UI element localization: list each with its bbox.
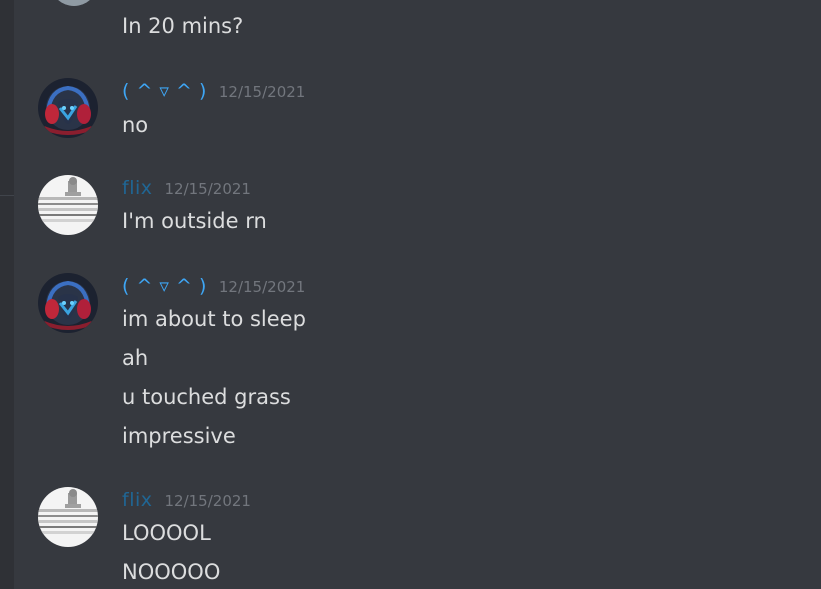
avatar-flix[interactable] [38,487,98,547]
message-text: I'm outside rn [122,209,267,233]
avatar-kaomoji[interactable] [38,78,98,138]
timestamp[interactable]: 12/15/2021 [165,180,251,198]
avatar-flix[interactable] [38,175,98,235]
username[interactable]: flix [122,489,153,511]
grayscale-photo-avatar-icon [38,175,98,235]
message-header: ( ^ ▿ ^ ) 12/15/2021 [122,275,305,299]
red-blue-headphones-avatar-icon [38,273,98,333]
message-text: LOOOOL [122,521,211,545]
timestamp[interactable]: 12/15/2021 [165,492,251,510]
timestamp[interactable]: 12/15/2021 [219,83,305,101]
previous-author-avatar[interactable] [50,0,98,6]
message-text: ah [122,346,149,370]
username[interactable]: ( ^ ▿ ^ ) [122,275,207,297]
sidebar-divider [0,195,14,196]
message-header: flix 12/15/2021 [122,489,251,513]
red-blue-headphones-avatar-icon [38,78,98,138]
avatar-kaomoji[interactable] [38,273,98,333]
message-header: ( ^ ▿ ^ ) 12/15/2021 [122,80,305,104]
message-header: flix 12/15/2021 [122,177,251,201]
message-list[interactable]: In 20 mins? ( ^ ▿ ^ ) 12/15/2021 no flix… [14,0,821,589]
server-sidebar-edge [0,0,14,589]
grayscale-photo-avatar-icon [38,487,98,547]
username[interactable]: ( ^ ▿ ^ ) [122,80,207,102]
message-text: impressive [122,424,236,448]
timestamp[interactable]: 12/15/2021 [219,278,305,296]
message-text: u touched grass [122,385,291,409]
message-text: NOOOOO [122,560,221,584]
message-text: In 20 mins? [122,14,244,38]
message-text: im about to sleep [122,307,306,331]
username[interactable]: flix [122,177,153,199]
message-text: no [122,113,149,137]
